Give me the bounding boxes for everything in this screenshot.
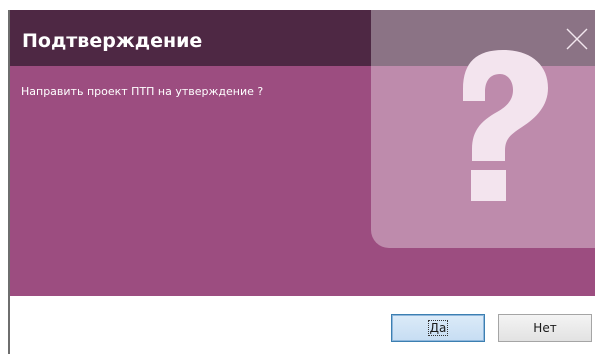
question-mark-icon [463, 50, 548, 201]
dialog-footer: Да Нет [10, 296, 595, 354]
confirmation-dialog: Подтверждение Направить проект ПТП на ут… [0, 0, 595, 354]
close-button[interactable] [566, 28, 588, 50]
no-button-label: Нет [533, 321, 557, 335]
yes-button-label: Да [427, 320, 449, 336]
close-icon [566, 28, 588, 50]
yes-button[interactable]: Да [391, 314, 485, 342]
help-panel [371, 10, 595, 248]
dialog-title: Подтверждение [22, 30, 203, 52]
dialog-message: Направить проект ПТП на утверждение ? [21, 85, 264, 98]
no-button[interactable]: Нет [498, 314, 592, 342]
